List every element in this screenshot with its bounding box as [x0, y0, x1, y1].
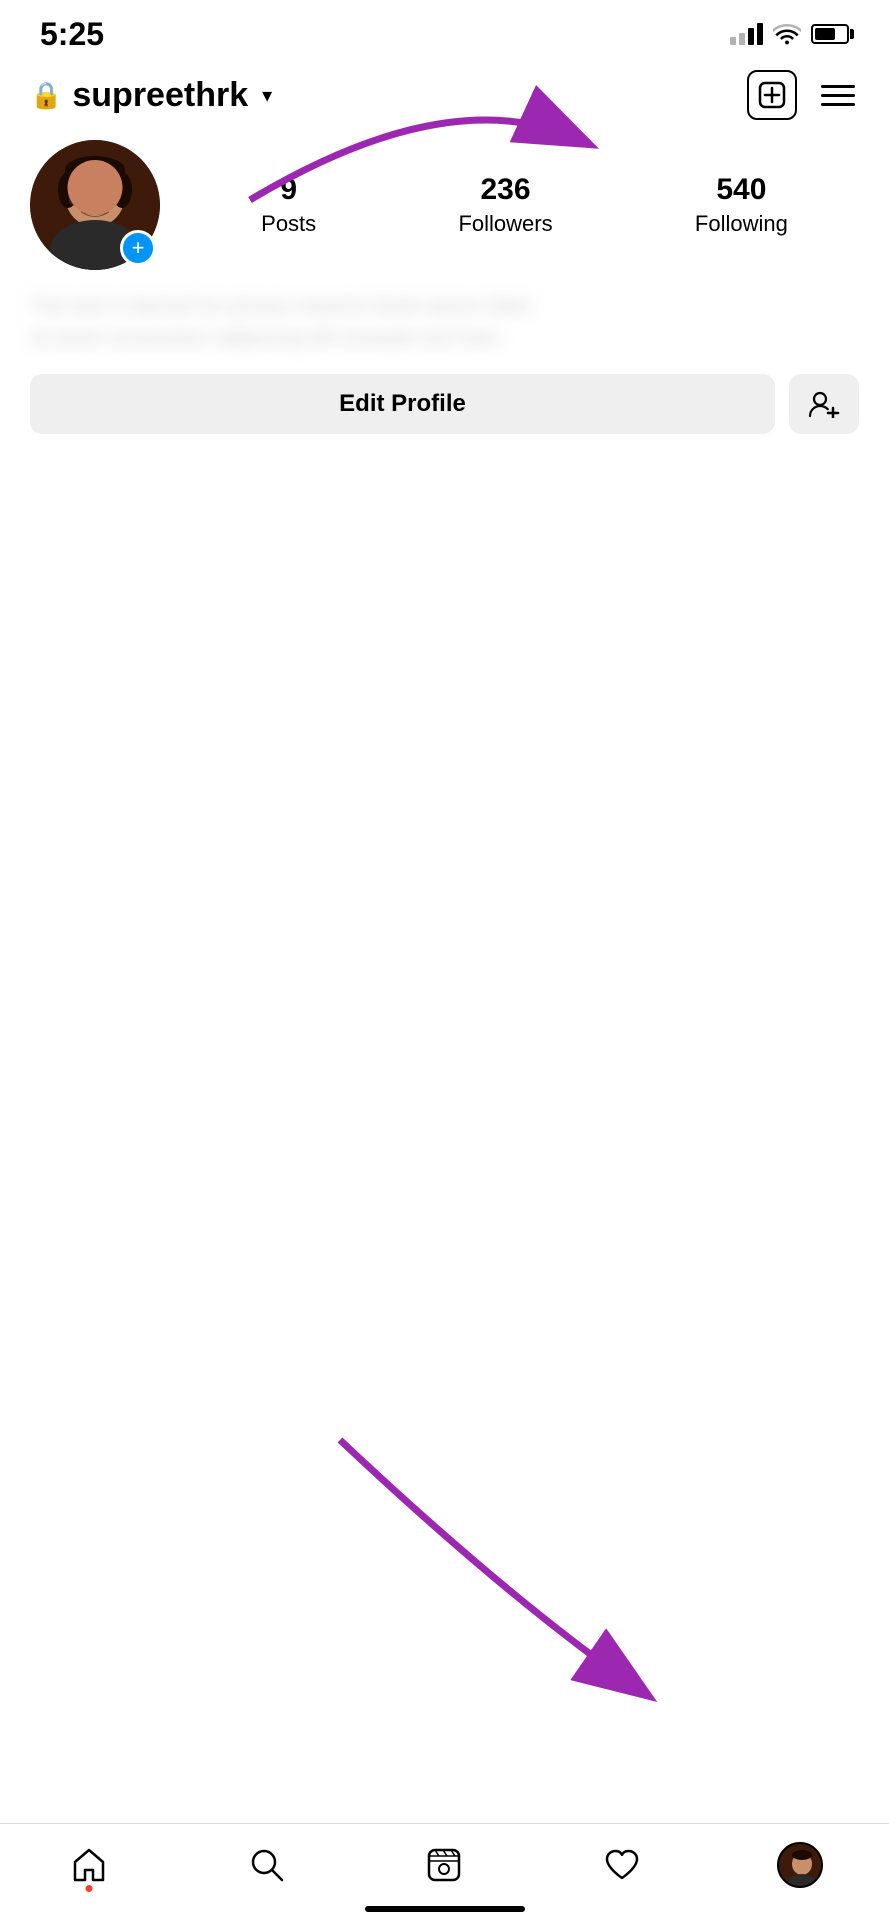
- home-icon: [70, 1846, 108, 1884]
- nav-activity[interactable]: [592, 1840, 652, 1890]
- posts-label: Posts: [261, 211, 316, 237]
- following-stat[interactable]: 540 Following: [695, 173, 788, 237]
- following-count: 540: [716, 173, 766, 207]
- nav-items: [0, 1840, 889, 1890]
- add-person-icon: [808, 390, 840, 418]
- hamburger-line-1: [821, 85, 855, 88]
- following-label: Following: [695, 211, 788, 237]
- avatar-container[interactable]: +: [30, 140, 160, 270]
- chevron-down-icon[interactable]: ▾: [262, 83, 272, 108]
- username: supreethrk: [72, 76, 248, 115]
- header-left: 🔒 supreethrk ▾: [30, 76, 272, 115]
- nav-reels[interactable]: [414, 1840, 474, 1890]
- annotation-arrow-bottom: [160, 1420, 720, 1720]
- profile-section: + 9 Posts 236 Followers 540 Following Th…: [0, 130, 889, 434]
- status-time: 5:25: [40, 16, 104, 53]
- add-post-icon: [758, 81, 786, 109]
- profile-top: + 9 Posts 236 Followers 540 Following: [30, 140, 859, 270]
- nav-profile-avatar: [777, 1842, 823, 1888]
- followers-stat[interactable]: 236 Followers: [458, 173, 552, 237]
- home-active-dot: [85, 1885, 92, 1892]
- action-buttons: Edit Profile: [30, 374, 859, 434]
- bio-section: This text is blurred for privacy reasons…: [30, 290, 859, 374]
- nav-home[interactable]: [59, 1840, 119, 1890]
- header: 🔒 supreethrk ▾: [0, 60, 889, 130]
- signal-icon: [730, 23, 763, 45]
- status-icons: [730, 23, 849, 45]
- edit-profile-button[interactable]: Edit Profile: [30, 374, 775, 434]
- menu-button[interactable]: [817, 81, 859, 110]
- followers-label: Followers: [458, 211, 552, 237]
- bio-text: This text is blurred for privacy reasons…: [30, 290, 859, 354]
- posts-stat[interactable]: 9 Posts: [261, 173, 316, 237]
- posts-count: 9: [280, 173, 297, 207]
- search-icon: [248, 1846, 286, 1884]
- status-bar: 5:25: [0, 0, 889, 60]
- heart-icon: [603, 1846, 641, 1884]
- wifi-icon: [773, 23, 801, 45]
- add-post-button[interactable]: [747, 70, 797, 120]
- nav-search[interactable]: [237, 1840, 297, 1890]
- followers-count: 236: [481, 173, 531, 207]
- nav-profile[interactable]: [770, 1840, 830, 1890]
- add-story-button[interactable]: +: [120, 230, 156, 266]
- header-right: [747, 70, 859, 120]
- home-indicator: [365, 1906, 525, 1912]
- battery-icon: [811, 24, 849, 44]
- add-friend-button[interactable]: [789, 374, 859, 434]
- stats-container: 9 Posts 236 Followers 540 Following: [190, 173, 859, 237]
- hamburger-line-3: [821, 103, 855, 106]
- lock-icon: 🔒: [30, 80, 62, 111]
- hamburger-line-2: [821, 94, 855, 97]
- reels-icon: [425, 1846, 463, 1884]
